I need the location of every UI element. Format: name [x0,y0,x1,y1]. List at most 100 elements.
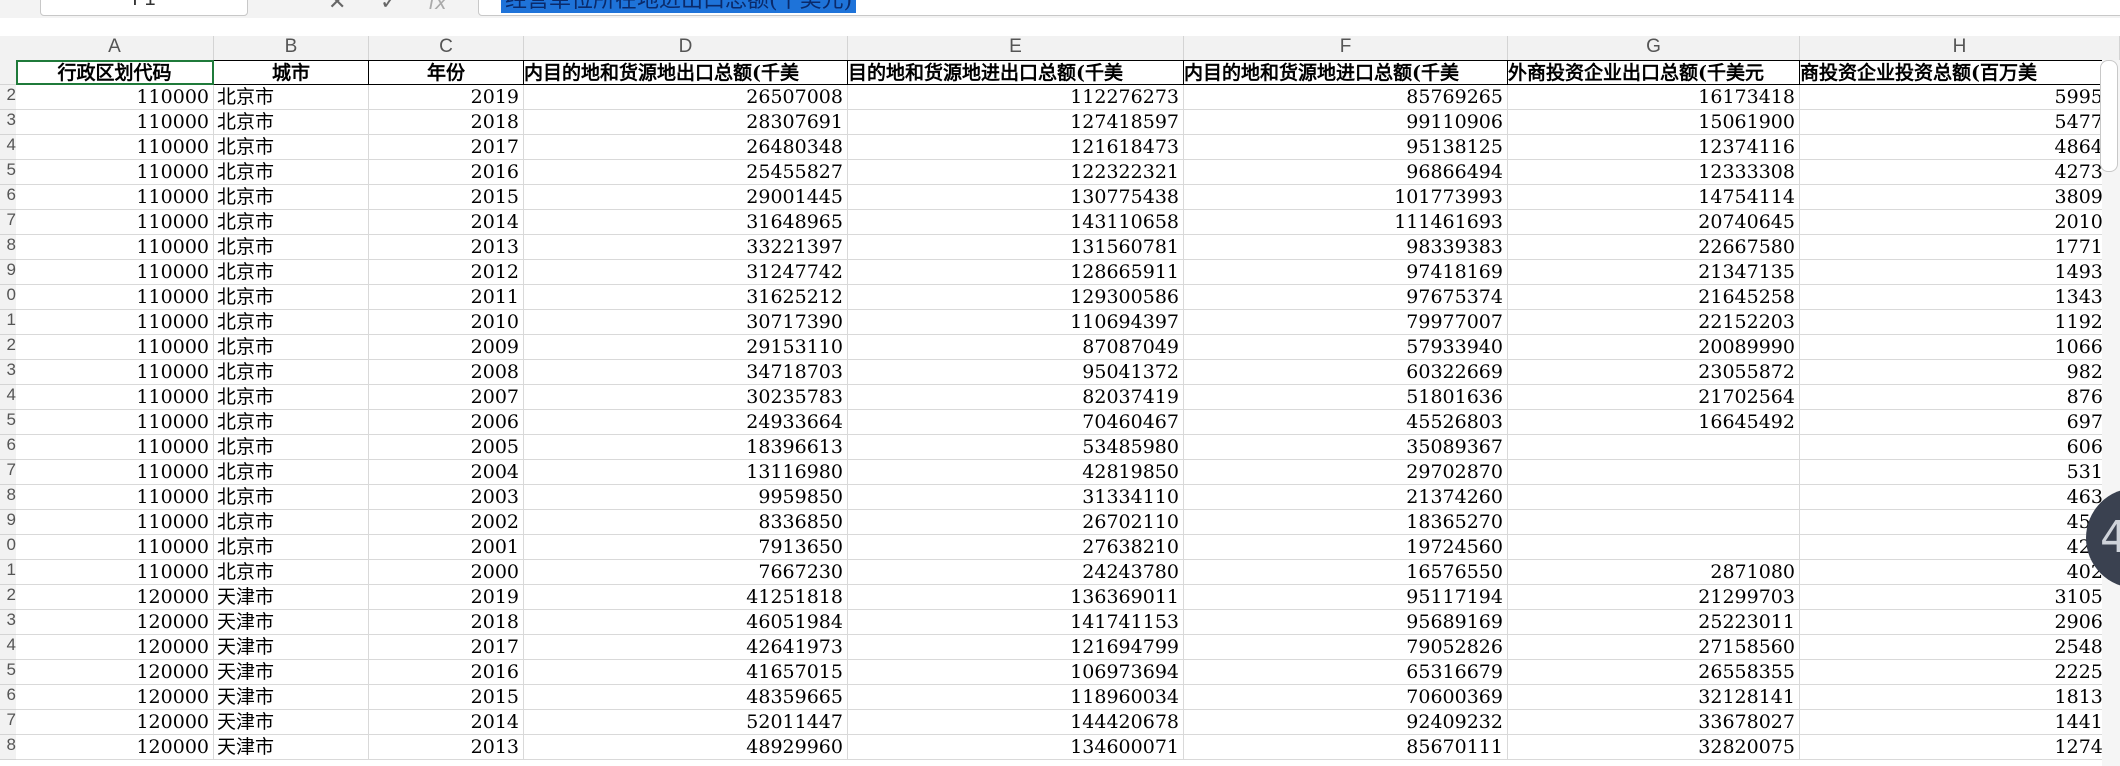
table-cell[interactable]: 2003 [369,485,524,510]
table-cell[interactable]: 42819850 [848,460,1184,485]
table-cell[interactable]: 31648965 [524,210,848,235]
table-cell[interactable]: 2015 [369,185,524,210]
table-cell[interactable]: 12374116 [1508,135,1800,160]
table-cell[interactable]: 22667580 [1508,235,1800,260]
column-header-f[interactable]: F [1184,36,1508,60]
table-cell[interactable]: 110000 [16,185,214,210]
table-cell[interactable]: 17710 [1800,235,2120,260]
table-cell[interactable]: 46051984 [524,610,848,635]
table-cell[interactable]: 35089367 [1184,435,1508,460]
table-cell[interactable]: 2006 [369,410,524,435]
table-cell[interactable]: 5316 [1800,460,2120,485]
row-header[interactable]: 2 [0,335,16,360]
row-header[interactable]: 1 [0,310,16,335]
table-cell[interactable]: 79977007 [1184,310,1508,335]
table-cell[interactable]: 59956 [1800,85,2120,110]
table-cell[interactable]: 10660 [1800,335,2120,360]
table-cell[interactable]: 16173418 [1508,85,1800,110]
table-cell[interactable]: 26702110 [848,510,1184,535]
column-header-d[interactable]: D [524,36,848,60]
confirm-icon[interactable]: ✓ [380,0,398,15]
table-cell[interactable]: 53485980 [848,435,1184,460]
table-cell[interactable]: 北京市 [214,85,369,110]
table-cell[interactable]: 2001 [369,535,524,560]
table-cell[interactable] [1508,485,1800,510]
table-cell[interactable]: 20089990 [1508,335,1800,360]
table-cell[interactable]: 14754114 [1508,185,1800,210]
column-header-g[interactable]: G [1508,36,1800,60]
table-cell[interactable]: 21645258 [1508,285,1800,310]
table-cell[interactable]: 天津市 [214,710,369,735]
table-cell[interactable]: 北京市 [214,460,369,485]
table-cell[interactable]: 21374260 [1184,485,1508,510]
table-cell[interactable] [1508,435,1800,460]
table-cell[interactable]: 20102 [1800,210,2120,235]
table-cell[interactable]: 134600071 [848,735,1184,760]
table-cell[interactable]: 天津市 [214,635,369,660]
column-title[interactable]: 内目的地和货源地进口总额(千美 [1184,60,1508,85]
table-cell[interactable]: 48359665 [524,685,848,710]
table-cell[interactable]: 120000 [16,660,214,685]
row-header[interactable]: 4 [0,135,16,160]
table-cell[interactable]: 6970 [1800,410,2120,435]
table-cell[interactable]: 24933664 [524,410,848,435]
table-cell[interactable]: 2000 [369,560,524,585]
row-header[interactable]: 2 [0,85,16,110]
table-cell[interactable]: 110000 [16,310,214,335]
table-cell[interactable]: 27638210 [848,535,1184,560]
table-cell[interactable]: 2019 [369,85,524,110]
table-cell[interactable]: 2005 [369,435,524,460]
row-header[interactable]: 9 [0,260,16,285]
table-cell[interactable]: 9829 [1800,360,2120,385]
table-cell[interactable]: 29153110 [524,335,848,360]
column-title[interactable]: 年份 [369,60,524,85]
table-cell[interactable]: 2011 [369,285,524,310]
table-cell[interactable]: 2019 [369,585,524,610]
table-cell[interactable]: 128665911 [848,260,1184,285]
table-cell[interactable]: 110000 [16,135,214,160]
column-title[interactable]: 商投资企业投资总额(百万美 [1800,60,2120,85]
table-cell[interactable]: 127418597 [848,110,1184,135]
name-box[interactable]: F1 [40,0,248,16]
table-cell[interactable]: 141741153 [848,610,1184,635]
table-cell[interactable]: 85769265 [1184,85,1508,110]
row-header[interactable]: 7 [0,710,16,735]
table-cell[interactable]: 70600369 [1184,685,1508,710]
column-header-a[interactable]: A [16,36,214,60]
row-header[interactable]: 8 [0,485,16,510]
table-cell[interactable]: 2013 [369,735,524,760]
table-cell[interactable]: 22259 [1800,660,2120,685]
table-cell[interactable]: 天津市 [214,585,369,610]
table-cell[interactable]: 北京市 [214,110,369,135]
table-cell[interactable]: 54771 [1800,110,2120,135]
table-cell[interactable]: 110000 [16,85,214,110]
table-cell[interactable]: 4549 [1800,510,2120,535]
table-cell[interactable]: 7913650 [524,535,848,560]
table-cell[interactable]: 110000 [16,485,214,510]
table-cell[interactable]: 8336850 [524,510,848,535]
table-cell[interactable]: 101773993 [1184,185,1508,210]
table-cell[interactable]: 23055872 [1508,360,1800,385]
table-cell[interactable]: 29702870 [1184,460,1508,485]
table-cell[interactable]: 79052826 [1184,635,1508,660]
table-cell[interactable]: 29001445 [524,185,848,210]
table-cell[interactable] [1508,460,1800,485]
table-cell[interactable]: 25455827 [524,160,848,185]
table-cell[interactable]: 2017 [369,635,524,660]
table-cell[interactable]: 29062 [1800,610,2120,635]
table-cell[interactable]: 120000 [16,610,214,635]
table-cell[interactable]: 北京市 [214,185,369,210]
table-cell[interactable]: 120000 [16,735,214,760]
table-cell[interactable]: 2018 [369,610,524,635]
table-cell[interactable] [1508,535,1800,560]
table-cell[interactable]: 106973694 [848,660,1184,685]
table-cell[interactable]: 北京市 [214,285,369,310]
column-title[interactable]: 目的地和货源地进出口总额(千美 [848,60,1184,85]
table-cell[interactable]: 32128141 [1508,685,1800,710]
row-header[interactable]: 8 [0,735,16,760]
table-cell[interactable]: 131560781 [848,235,1184,260]
table-cell[interactable]: 2009 [369,335,524,360]
table-cell[interactable]: 18132 [1800,685,2120,710]
row-header[interactable]: 4 [0,635,16,660]
table-cell[interactable]: 北京市 [214,560,369,585]
